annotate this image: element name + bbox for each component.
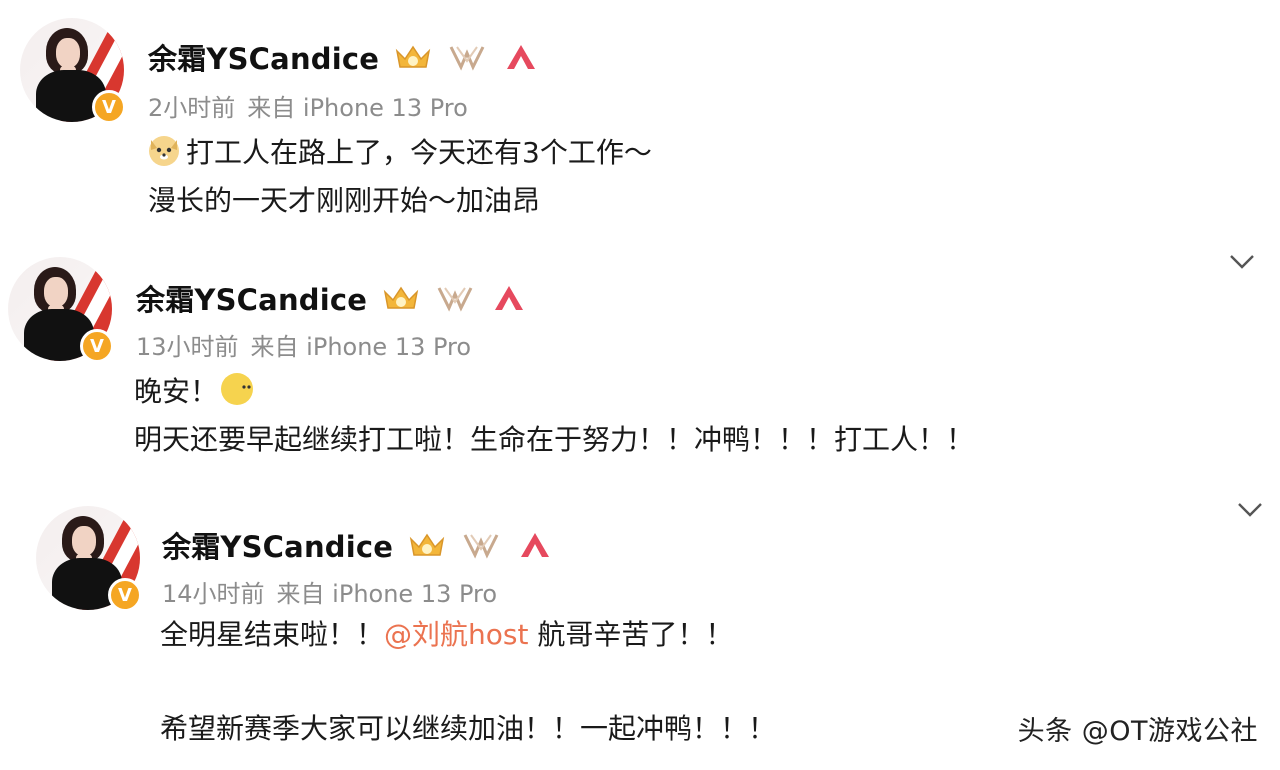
vgv-icon — [449, 46, 485, 71]
post-meta: 13小时前 来自 iPhone 13 Pro — [136, 327, 471, 362]
post-meta: 2小时前 来自 iPhone 13 Pro — [148, 88, 468, 123]
avatar[interactable]: V — [20, 18, 126, 124]
post-source: 来自 iPhone 13 Pro — [276, 580, 498, 608]
post-text-line-1: 全明星结束啦！！@刘航host 航哥辛苦了！！ — [160, 618, 734, 651]
member-icon — [495, 286, 524, 310]
post-time: 14小时前 — [162, 580, 265, 608]
post-text-line-1: 打工人在路上了，今天还有3个工作～ — [146, 132, 652, 170]
post-text-line-1: 晚安！ — [134, 371, 260, 409]
avatar[interactable]: V — [36, 506, 142, 612]
crown-icon — [395, 45, 431, 68]
post-time: 2小时前 — [148, 94, 236, 122]
member-icon — [521, 533, 550, 557]
post-text-line-2: 漫长的一天才刚刚开始～加油昂 — [148, 184, 541, 217]
verified-badge-icon: V — [92, 90, 126, 124]
member-icon — [507, 45, 536, 69]
verified-badge-icon: V — [80, 329, 114, 363]
verified-badge-icon: V — [108, 578, 142, 612]
weibo-screenshot-page: V 余霜YSCandice 2小时前 来自 iPhone 13 Pro 打工人在… — [0, 0, 1280, 770]
post-source: 来自 iPhone 13 Pro — [247, 94, 468, 122]
vgv-icon — [437, 287, 473, 312]
vgv-icon — [463, 534, 499, 559]
crown-icon — [409, 533, 445, 556]
post-text-line-2: 明天还要早起继续打工啦！生命在于努力！！冲鸭！！！打工人！！ — [134, 423, 975, 456]
username[interactable]: 余霜YSCandice — [148, 36, 379, 78]
mention-link[interactable]: @刘航host — [384, 618, 528, 651]
post-time: 13小时前 — [136, 333, 239, 361]
post-meta: 14小时前 来自 iPhone 13 Pro — [162, 574, 497, 609]
username[interactable]: 余霜YSCandice — [162, 524, 393, 566]
crown-icon — [383, 286, 419, 309]
post-1: V 余霜YSCandice 2小时前 来自 iPhone 13 Pro 打工人在… — [0, 0, 1280, 245]
avatar[interactable]: V — [8, 257, 114, 363]
moon-emoji-icon — [221, 373, 254, 405]
post-2: V 余霜YSCandice 13小时前来自 iPhone 13 Pro 晚安！ — [0, 245, 1280, 475]
dog-face-emoji-icon — [149, 136, 179, 166]
post-text-line-2: 希望新赛季大家可以继续加油！！一起冲鸭！！！ — [160, 712, 777, 745]
username[interactable]: 余霜YSCandice — [136, 277, 367, 319]
watermark: 头条 @OT游戏公社 — [1017, 716, 1258, 747]
post-source: 来自 iPhone 13 Pro — [250, 333, 472, 361]
